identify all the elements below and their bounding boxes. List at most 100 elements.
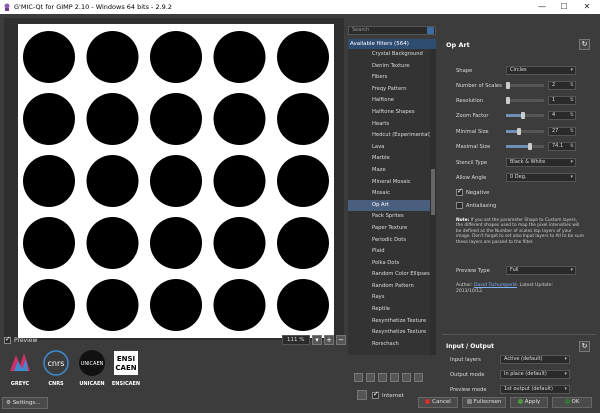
refresh-filters-icon[interactable] [357, 390, 367, 400]
zoom-value[interactable]: 111 % [282, 334, 310, 345]
filter-list-item[interactable]: Periodic Dots [348, 235, 430, 247]
filter-list-item[interactable]: Hedcut (Experimental) [348, 130, 430, 142]
param-spinbox[interactable]: 74.1 [548, 142, 576, 151]
halftone-dot [213, 31, 266, 83]
zoom-dropdown-icon[interactable]: ▾ [312, 334, 322, 345]
stencil-select[interactable]: Black & White [506, 158, 576, 167]
slider-handle[interactable] [506, 97, 510, 104]
favorite-rename-icon[interactable] [378, 373, 387, 382]
filter-list-item[interactable]: Paper Texture [348, 223, 430, 235]
download-icon[interactable] [414, 373, 423, 382]
filter-list-item[interactable]: Resynthetize Texture [348, 327, 430, 339]
param-spinbox[interactable]: 2 [548, 81, 576, 90]
reset-io-icon[interactable]: ↻ [579, 341, 590, 352]
halftone-dot [277, 93, 329, 145]
close-button[interactable]: ✕ [577, 1, 597, 13]
slider-label: Number of Scales [456, 83, 502, 89]
param-slider[interactable] [506, 82, 544, 89]
filter-list-item[interactable]: Random Pattern [348, 281, 430, 293]
expand-icon[interactable] [402, 373, 411, 382]
slider-label: Resolution [456, 98, 484, 104]
scrollbar-thumb[interactable] [431, 169, 435, 215]
angle-select[interactable]: 0 Deg. [506, 173, 576, 182]
param-slider[interactable] [506, 143, 544, 150]
filter-list-item[interactable]: Plaid [348, 246, 430, 258]
preview-checkbox[interactable] [4, 335, 11, 344]
preview-canvas[interactable] [18, 24, 334, 338]
search-input[interactable]: Search [348, 26, 436, 35]
filter-list[interactable]: Crystal Background Denim Texture Fibers Fre… [348, 49, 430, 355]
filter-list-item[interactable]: Rays [348, 292, 430, 304]
maximize-button[interactable]: ☐ [554, 1, 574, 13]
filter-list-scrollbar[interactable] [430, 49, 436, 355]
internet-checkbox[interactable] [372, 390, 379, 399]
filter-list-item[interactable]: Rorschach [348, 339, 430, 351]
slider-row: Resolution 1 [456, 96, 586, 106]
filter-list-item[interactable]: Hearts [348, 119, 430, 131]
unicaen-logo: UNICAEN UNICAEN [76, 349, 108, 391]
search-icon[interactable] [427, 27, 434, 34]
input-layers-select[interactable]: Active (default) [500, 355, 570, 364]
filter-list-item[interactable]: Crystal Background [348, 49, 430, 61]
param-spinbox[interactable]: 27 [548, 127, 576, 136]
reset-params-icon[interactable]: ↻ [579, 39, 590, 50]
ok-button[interactable]: OK [552, 397, 592, 408]
negative-toggle[interactable]: Negative [456, 187, 489, 197]
slider-handle[interactable] [517, 128, 522, 135]
logos: GREYC cnrs CNRS UNICAEN UNICAEN ENSI CAEN… [4, 349, 144, 391]
filter-list-item[interactable]: Halftone Shapes [348, 107, 430, 119]
slider-handle[interactable] [506, 82, 510, 89]
output-mode-select[interactable]: In place (default) [500, 370, 570, 379]
shape-label: Shape [456, 68, 473, 74]
internet-toggle[interactable]: Internet [372, 390, 404, 400]
filter-list-item[interactable]: Denim Texture [348, 61, 430, 73]
filter-list-item[interactable]: Polka Dots [348, 258, 430, 270]
cancel-button[interactable]: Cancel [418, 397, 458, 408]
filter-list-item[interactable]: Mineral Mosaic [348, 177, 430, 189]
settings-button[interactable]: ⚙ Settings... [2, 397, 48, 409]
filter-list-item[interactable]: Freqy Pattern [348, 84, 430, 96]
filter-list-item[interactable]: Marble [348, 153, 430, 165]
fullscreen-button[interactable]: Fullscreen [462, 397, 506, 408]
preview-type-select[interactable]: Full [506, 266, 576, 275]
minimize-button[interactable]: — [532, 1, 552, 13]
filter-list-item[interactable]: Mosaic [348, 188, 430, 200]
filter-list-item[interactable]: Random Color Ellipses [348, 269, 430, 281]
filter-list-item[interactable]: Op Art [348, 199, 430, 212]
halftone-dot [23, 279, 75, 331]
filter-list-item[interactable]: Resynthetize Texture [348, 316, 430, 328]
settings-icon: ⚙ [6, 400, 13, 406]
filter-list-item[interactable]: Maze [348, 165, 430, 177]
antialiasing-toggle[interactable]: Antialiasing [456, 201, 496, 210]
param-slider[interactable] [506, 112, 544, 119]
apply-button[interactable]: Apply [510, 397, 548, 408]
favorite-add-icon[interactable] [354, 373, 363, 382]
preview-mode-select[interactable]: 1st output (default) [500, 385, 570, 394]
antialiasing-checkbox[interactable] [456, 202, 463, 209]
filter-list-item[interactable]: Pack Sprites [348, 211, 430, 223]
output-mode-label: Output mode [450, 372, 485, 378]
negative-checkbox[interactable] [456, 187, 463, 196]
filter-list-item[interactable]: Halftone [348, 95, 430, 107]
filter-list-item[interactable]: Lava [348, 142, 430, 154]
favorite-remove-icon[interactable] [366, 373, 375, 382]
slider-handle[interactable] [527, 143, 532, 150]
filter-title: Op Art [446, 41, 470, 49]
zoom-in-icon[interactable]: + [324, 334, 334, 345]
halftone-dot [150, 217, 202, 269]
zoom-out-icon[interactable]: − [336, 334, 346, 345]
param-spinbox[interactable]: 1 [548, 96, 576, 105]
param-spinbox[interactable]: 4 [548, 111, 576, 120]
param-slider[interactable] [506, 128, 544, 135]
filter-list-item[interactable]: Fibers [348, 72, 430, 84]
filter-list-item[interactable]: Reptile [348, 304, 430, 316]
preview-toggle[interactable]: Preview [4, 335, 37, 345]
shape-select[interactable]: Circles [506, 66, 576, 75]
param-slider[interactable] [506, 97, 544, 104]
output-mode-row: Output mode In place (default) [450, 370, 580, 380]
visibility-icon[interactable] [390, 373, 399, 382]
author-link[interactable]: David Tschumperlé [474, 283, 517, 288]
slider-handle[interactable] [521, 112, 526, 119]
halftone-dot [213, 93, 266, 145]
halftone-dot [277, 279, 329, 331]
